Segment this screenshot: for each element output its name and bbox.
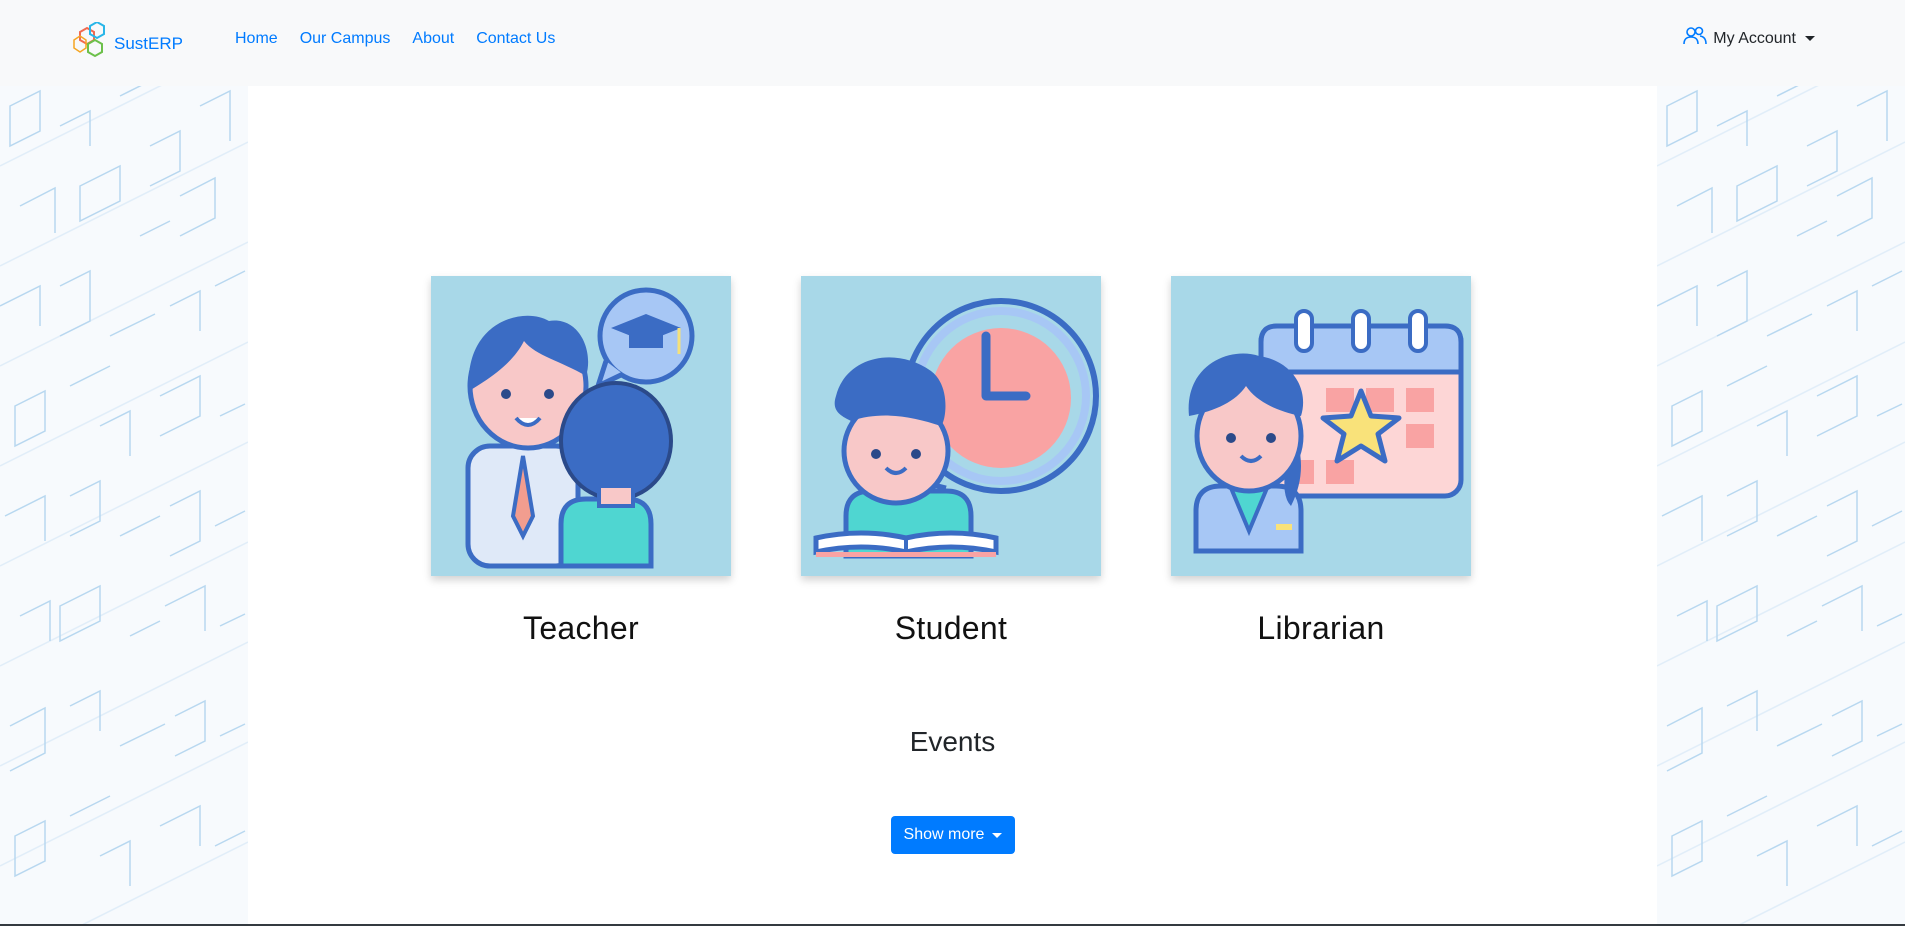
role-title-librarian: Librarian <box>1257 610 1385 646</box>
role-card-student[interactable]: Student <box>801 276 1101 647</box>
events-heading: Events <box>909 726 996 757</box>
student-illustration <box>801 276 1101 576</box>
teacher-illustration <box>431 276 731 576</box>
nav-link-about[interactable]: About <box>412 30 454 48</box>
nav-links: Home Our Campus About Contact Us <box>235 30 555 48</box>
chevron-down-icon <box>992 832 1003 838</box>
top-navbar: SustERP Home Our Campus About Contact Us… <box>0 0 1905 86</box>
background-pattern-right <box>1657 86 1905 926</box>
hexagon-logo-icon <box>70 20 110 65</box>
librarian-illustration <box>1171 276 1471 576</box>
my-account-dropdown[interactable]: My Account <box>1683 26 1815 51</box>
nav-link-contact-us[interactable]: Contact Us <box>476 30 555 48</box>
users-icon <box>1683 26 1708 51</box>
brand-name: SustERP <box>114 33 183 53</box>
role-title-student: Student <box>894 610 1008 646</box>
my-account-label: My Account <box>1713 29 1796 47</box>
chevron-down-icon <box>1805 36 1815 41</box>
nav-link-home[interactable]: Home <box>235 30 278 48</box>
brand-link[interactable]: SustERP <box>70 20 183 65</box>
show-more-label: Show more <box>903 826 985 843</box>
background-pattern-left <box>0 86 248 926</box>
nav-link-our-campus[interactable]: Our Campus <box>300 30 391 48</box>
role-title-teacher: Teacher <box>523 610 639 646</box>
role-card-librarian[interactable]: Librarian <box>1171 276 1471 647</box>
main-content: Teacher Student Librarian Events Show mo… <box>248 86 1657 926</box>
role-card-teacher[interactable]: Teacher <box>431 276 731 647</box>
show-more-button[interactable]: Show more <box>891 816 1015 854</box>
role-cards: Teacher Student Librarian <box>431 276 1471 647</box>
